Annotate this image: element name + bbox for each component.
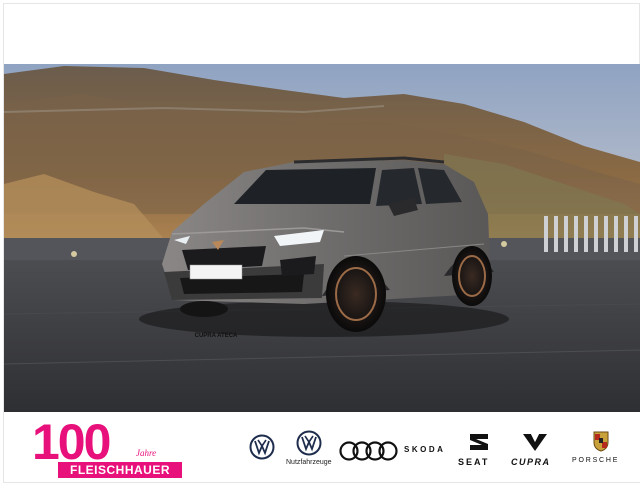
vw-icon — [249, 434, 275, 460]
seat-wordmark: SEAT — [458, 457, 490, 467]
cupra-emblem-icon — [523, 434, 547, 451]
license-plate: CUPRA ATECA — [194, 333, 238, 339]
brand-footer: 100 Jahre FLEISCHHAUER Nutzfahrzeuge SKO… — [4, 412, 640, 482]
vw-logo[interactable] — [249, 434, 275, 460]
porsche-wordmark: PORSCHE — [572, 457, 620, 464]
nutzfahrzeuge-label: Nutzfahrzeuge — [286, 459, 332, 466]
audi-rings-icon — [339, 441, 398, 461]
hero-image: CUPRA ATECA — [4, 64, 640, 412]
vw-nutzfahrzeuge-logo[interactable]: Nutzfahrzeuge — [286, 428, 332, 472]
car-scene-illustration — [4, 64, 640, 412]
cupra-wordmark: CUPRA — [511, 457, 551, 467]
dealer-name: FLEISCHHAUER — [58, 462, 182, 478]
vw-commercial-icon — [296, 430, 322, 456]
porsche-crest-icon — [593, 431, 609, 452]
audi-logo[interactable] — [338, 440, 398, 462]
anniversary-logo[interactable]: 100 Jahre FLEISCHHAUER — [32, 414, 182, 480]
cupra-logo[interactable]: CUPRA — [509, 432, 561, 472]
seat-logo[interactable]: SEAT — [456, 432, 502, 472]
skoda-logo[interactable]: SKODA — [404, 445, 445, 454]
porsche-logo[interactable]: PORSCHE — [570, 430, 636, 472]
seat-emblem-icon — [470, 434, 488, 450]
anniversary-jahre-text: Jahre — [136, 448, 157, 458]
anniversary-number: 100 — [32, 414, 111, 470]
